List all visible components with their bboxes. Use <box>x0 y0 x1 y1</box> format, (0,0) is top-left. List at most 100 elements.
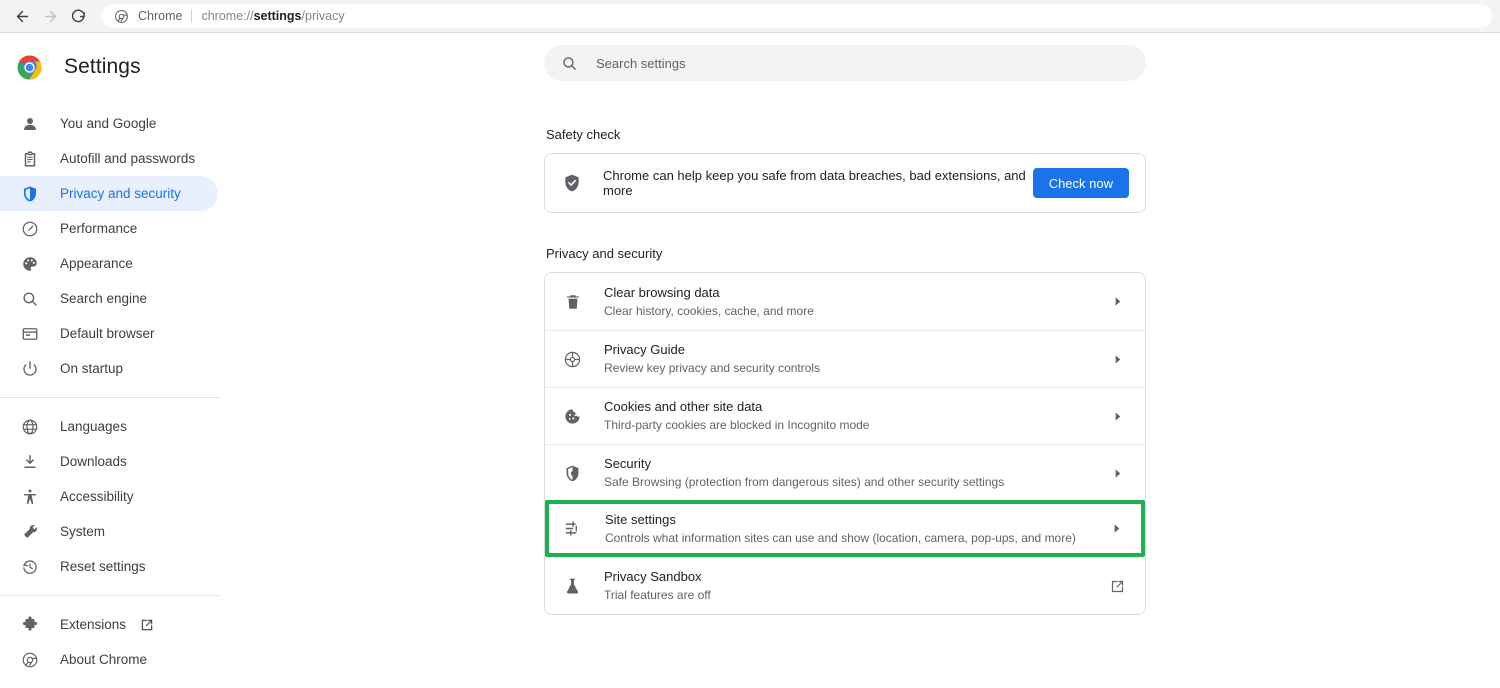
safety-check-section-title: Safety check <box>546 127 621 142</box>
sidebar-item-label: Appearance <box>60 256 133 271</box>
sidebar-item-label: Search engine <box>60 291 148 306</box>
sidebar-item-label: Privacy and security <box>60 186 181 201</box>
forward-button[interactable] <box>36 2 64 30</box>
back-button[interactable] <box>8 2 36 30</box>
chevron-right-icon[interactable] <box>1107 296 1127 307</box>
reload-icon <box>70 8 87 25</box>
sidebar-item-performance[interactable]: Performance <box>0 211 218 246</box>
search-input[interactable]: Search settings <box>544 45 1146 81</box>
row-body: Clear browsing data Clear history, cooki… <box>604 284 1107 320</box>
privacy-guide-icon <box>562 349 583 370</box>
sidebar-item-label: System <box>60 524 106 539</box>
sidebar-item-appearance[interactable]: Appearance <box>0 246 218 281</box>
sidebar-item-reset-settings[interactable]: Reset settings <box>0 549 218 584</box>
content-column: Search settings Safety check Chrome can … <box>544 33 1146 615</box>
sidebar-item-label: You and Google <box>60 116 157 131</box>
sidebar-item-languages[interactable]: Languages <box>0 409 218 444</box>
row-subtitle: Safe Browsing (protection from dangerous… <box>604 475 1005 489</box>
omnibox-separator <box>191 9 193 23</box>
sidebar-item-label: Default browser <box>60 326 155 341</box>
omnibox-url-bold: settings <box>253 9 302 23</box>
row-title: Clear browsing data <box>604 284 720 300</box>
sidebar-item-search-engine[interactable]: Search engine <box>0 281 218 316</box>
accessibility-icon <box>20 487 40 507</box>
forward-arrow-icon <box>42 8 59 25</box>
sidebar-item-label: Autofill and passwords <box>60 151 196 166</box>
chevron-right-icon[interactable] <box>1107 354 1127 365</box>
browser-window-icon <box>20 324 40 344</box>
settings-brand: Settings <box>0 47 240 87</box>
reload-button[interactable] <box>64 2 92 30</box>
globe-icon <box>20 417 40 437</box>
trash-icon <box>562 291 583 312</box>
chevron-right-icon[interactable] <box>1107 468 1127 479</box>
omnibox-url-prefix: chrome:// <box>201 9 254 23</box>
row-subtitle: Trial features are off <box>604 588 711 602</box>
back-arrow-icon <box>14 8 31 25</box>
check-now-button[interactable]: Check now <box>1032 168 1129 198</box>
sidebar-item-privacy-and-security[interactable]: Privacy and security <box>0 176 218 211</box>
clipboard-icon <box>20 149 40 169</box>
safety-check-card: Chrome can help keep you safe from data … <box>544 153 1146 213</box>
row-subtitle: Review key privacy and security controls <box>604 361 821 375</box>
row-subtitle: Clear history, cookies, cache, and more <box>604 303 814 318</box>
palette-icon <box>20 254 40 274</box>
sidebar-item-system[interactable]: System <box>0 514 218 549</box>
row-site-settings[interactable]: Site settings Controls what information … <box>545 500 1145 557</box>
sidebar-item-on-startup[interactable]: On startup <box>0 351 218 386</box>
power-icon <box>20 359 40 379</box>
row-body: Cookies and other site data Third-party … <box>604 398 1107 434</box>
sidebar-item-label: Accessibility <box>60 489 134 504</box>
omnibox-chrome-label: Chrome <box>138 9 183 23</box>
row-title: Security <box>604 456 651 471</box>
sidebar-item-downloads[interactable]: Downloads <box>0 444 218 479</box>
privacy-settings-card: Clear browsing data Clear history, cooki… <box>544 272 1146 615</box>
settings-sidebar: Settings You and Google Autofill and pas… <box>0 33 240 688</box>
sidebar-nav-list: You and Google Autofill and passwords Pr… <box>0 106 240 677</box>
settings-main: Search settings Safety check Chrome can … <box>240 33 1500 688</box>
safety-check-description: Chrome can help keep you safe from data … <box>603 168 1026 198</box>
chevron-right-icon[interactable] <box>1106 523 1126 534</box>
sidebar-item-label: Languages <box>60 419 127 434</box>
sidebar-item-label: On startup <box>60 361 124 376</box>
search-icon <box>561 55 578 72</box>
address-bar[interactable]: Chrome chrome://settings/privacy <box>102 4 1492 28</box>
shield-check-icon <box>562 173 582 193</box>
row-body: Privacy Sandbox Trial features are off <box>604 568 1107 604</box>
sidebar-item-about-chrome[interactable]: About Chrome <box>0 642 218 677</box>
browser-toolbar: Chrome chrome://settings/privacy <box>0 0 1500 33</box>
sidebar-item-label: Performance <box>60 221 138 236</box>
chevron-right-icon[interactable] <box>1107 411 1127 422</box>
omnibox-url: chrome://settings/privacy <box>201 9 344 23</box>
page-title: Settings <box>64 55 141 78</box>
chrome-outline-icon <box>114 9 129 24</box>
row-subtitle: Controls what information sites can use … <box>605 530 1076 545</box>
row-clear-browsing-data[interactable]: Clear browsing data Clear history, cooki… <box>545 273 1145 330</box>
sidebar-item-accessibility[interactable]: Accessibility <box>0 479 218 514</box>
sidebar-item-label: About Chrome <box>60 652 148 667</box>
puzzle-piece-icon <box>20 615 40 635</box>
wrench-icon <box>20 522 40 542</box>
row-cookies-and-other-site-data[interactable]: Cookies and other site data Third-party … <box>545 387 1145 444</box>
sidebar-item-extensions[interactable]: Extensions <box>0 607 218 642</box>
sidebar-item-label: Reset settings <box>60 559 146 574</box>
history-restore-icon <box>20 557 40 577</box>
shield-icon <box>20 184 40 204</box>
chrome-logo-icon <box>17 55 42 80</box>
privacy-section-title: Privacy and security <box>546 246 663 261</box>
external-link-icon <box>140 618 154 632</box>
search-placeholder: Search settings <box>596 55 686 71</box>
person-icon <box>20 114 40 134</box>
row-privacy-sandbox[interactable]: Privacy Sandbox Trial features are off <box>545 557 1145 614</box>
row-security[interactable]: Security Safe Browsing (protection from … <box>545 444 1145 501</box>
external-link-icon[interactable] <box>1107 579 1127 594</box>
cookie-icon <box>562 406 583 427</box>
row-title: Privacy Sandbox <box>604 569 702 584</box>
omnibox-url-suffix: /privacy <box>301 9 345 23</box>
row-subtitle: Third-party cookies are blocked in Incog… <box>604 418 870 432</box>
sidebar-item-autofill-and-passwords[interactable]: Autofill and passwords <box>0 141 218 176</box>
sidebar-item-default-browser[interactable]: Default browser <box>0 316 218 351</box>
sidebar-item-label: Extensions <box>60 617 127 632</box>
row-privacy-guide[interactable]: Privacy Guide Review key privacy and sec… <box>545 330 1145 387</box>
sidebar-item-you-and-google[interactable]: You and Google <box>0 106 218 141</box>
